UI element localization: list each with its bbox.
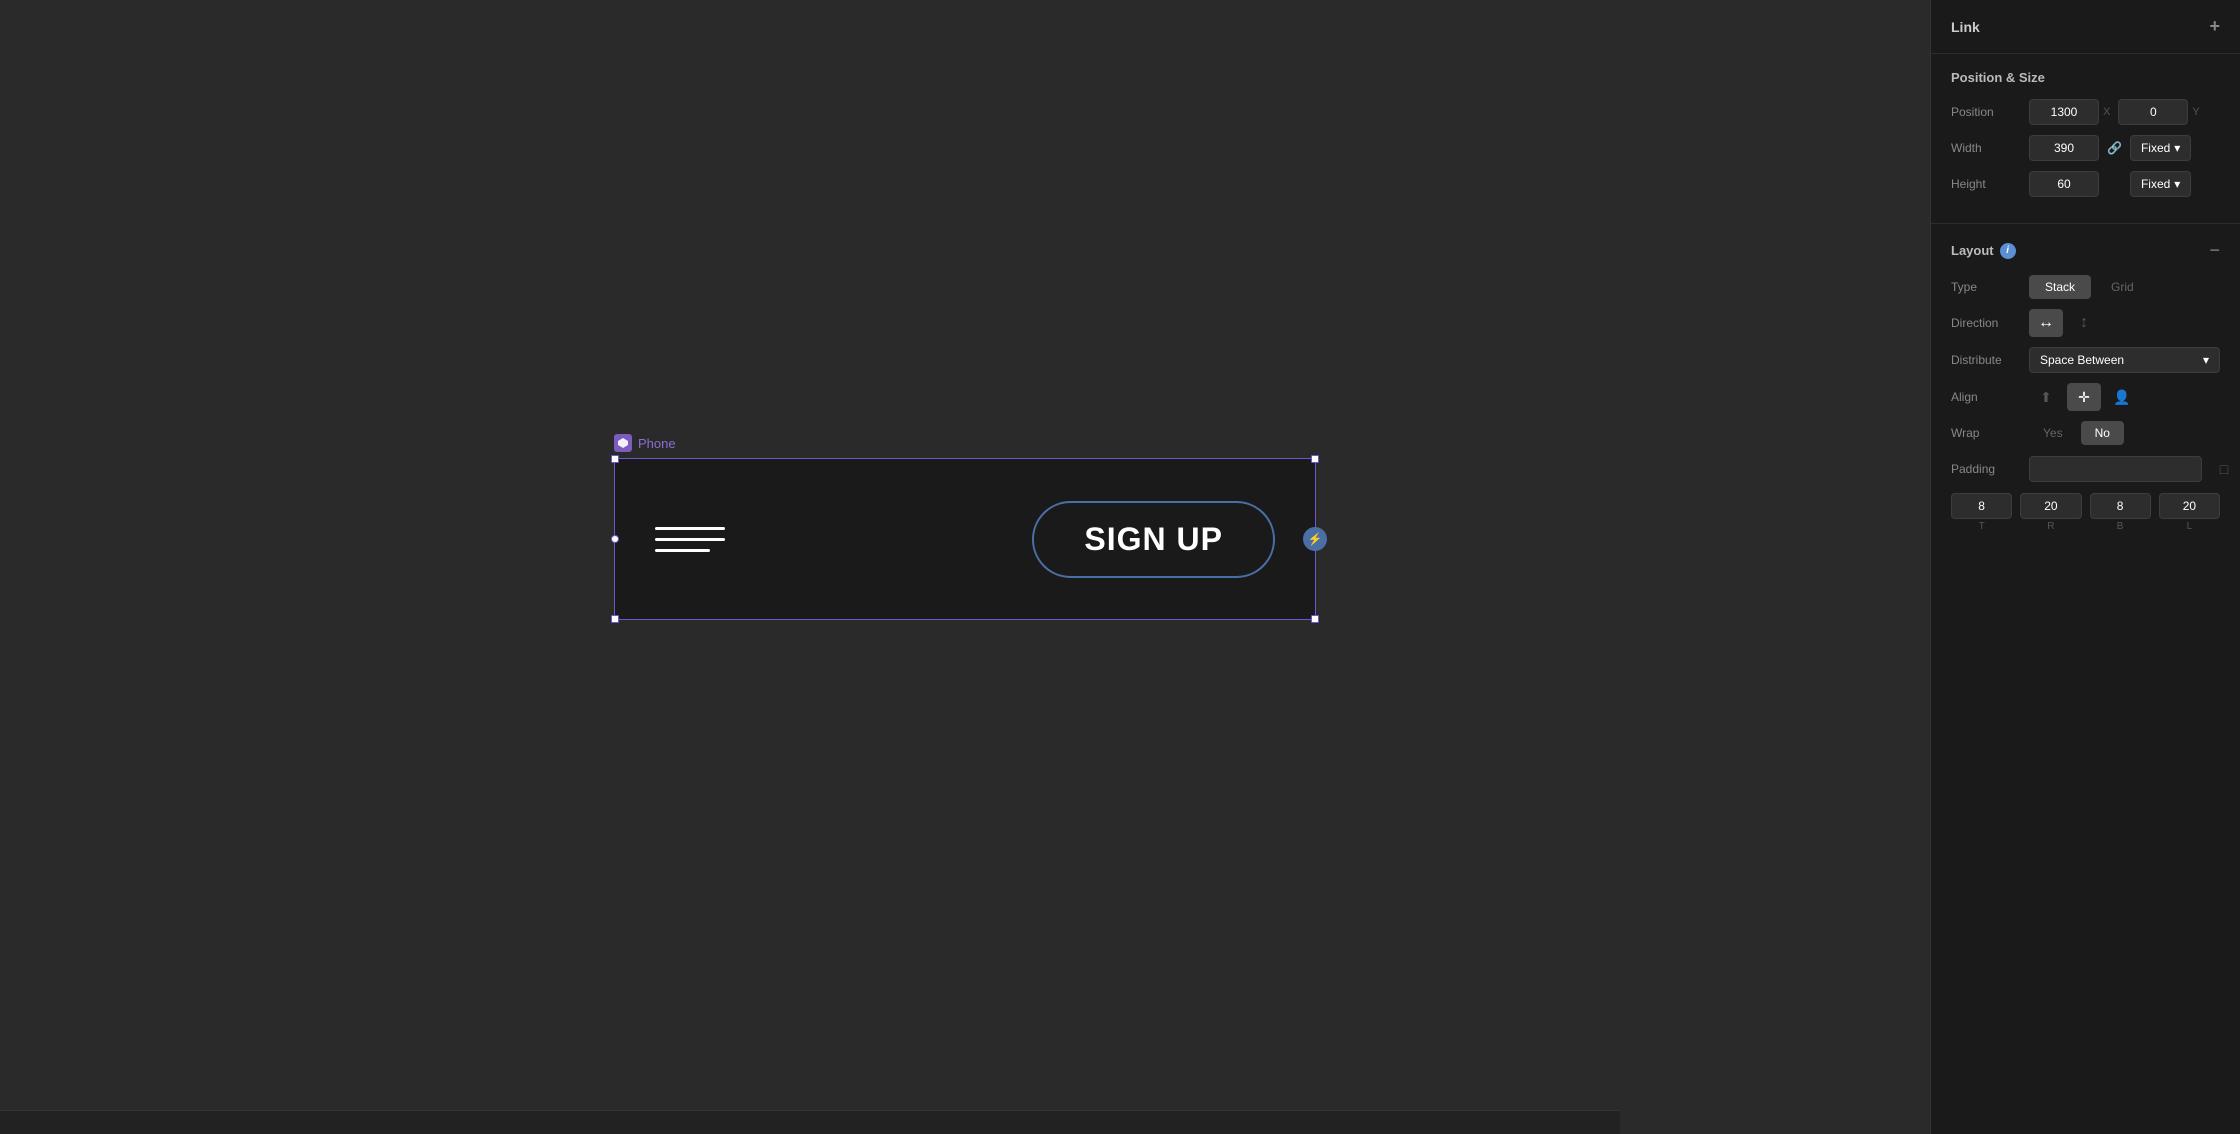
- align-row: Align ⬆ ✛ 👤: [1951, 383, 2220, 411]
- canvas-content: Phone ⚡ SIGN UP: [614, 434, 1316, 620]
- position-label: Position: [1951, 105, 2021, 119]
- padding-right-input[interactable]: [2020, 493, 2081, 519]
- position-x-suffix: X: [2103, 106, 2110, 118]
- lock-icon: 🔗: [2107, 141, 2122, 155]
- padding-bottom-input[interactable]: [2090, 493, 2151, 519]
- wrap-toggle: Yes No: [2029, 421, 2124, 445]
- wrap-yes-button[interactable]: Yes: [2029, 421, 2077, 445]
- frame-inner: SIGN UP: [615, 459, 1315, 619]
- frame-name: Phone: [638, 436, 676, 451]
- height-constraint-dropdown[interactable]: Fixed ▾: [2130, 171, 2191, 197]
- width-label: Width: [1951, 141, 2021, 155]
- grid-button[interactable]: Grid: [2095, 275, 2150, 299]
- frame-label: Phone: [614, 434, 1316, 452]
- height-chevron-icon: ▾: [2174, 177, 2180, 191]
- padding-values: T R B L: [1951, 493, 2220, 532]
- align-center-button[interactable]: ✛: [2067, 383, 2101, 411]
- handle-tr[interactable]: [1311, 455, 1319, 463]
- stack-button[interactable]: Stack: [2029, 275, 2091, 299]
- right-panel: Link + Position & Size Position X Y Widt…: [1930, 0, 2240, 1134]
- position-y-input[interactable]: [2118, 99, 2188, 125]
- align-top-button[interactable]: ⬆: [2029, 383, 2063, 411]
- link-add-button[interactable]: +: [2209, 16, 2220, 37]
- layout-info-icon[interactable]: i: [2000, 243, 2016, 259]
- handle-br[interactable]: [1311, 615, 1319, 623]
- height-label: Height: [1951, 177, 2021, 191]
- link-label: Link: [1951, 19, 1980, 35]
- position-x-group: X: [2029, 99, 2110, 125]
- width-constraint-value: Fixed: [2141, 141, 2170, 155]
- hamburger-menu-icon: [655, 527, 725, 552]
- position-size-section: Position & Size Position X Y Width 🔗 Fix…: [1931, 54, 2240, 224]
- width-input[interactable]: [2029, 135, 2099, 161]
- handle-left[interactable]: [611, 535, 619, 543]
- padding-top-input[interactable]: [1951, 493, 2012, 519]
- padding-input[interactable]: [2029, 456, 2202, 482]
- distribute-value: Space Between: [2040, 353, 2124, 367]
- height-input[interactable]: [2029, 171, 2099, 197]
- hamburger-line-2: [655, 538, 725, 541]
- bottom-bar: [0, 1110, 1620, 1134]
- frame-icon: [614, 434, 632, 452]
- padding-left-group: L: [2159, 493, 2220, 532]
- padding-row: Padding □ ⊞: [1951, 455, 2220, 483]
- padding-left-label: L: [2187, 521, 2193, 532]
- width-chevron-icon: ▾: [2174, 141, 2180, 155]
- handle-tl[interactable]: [611, 455, 619, 463]
- wrap-no-button[interactable]: No: [2081, 421, 2124, 445]
- direction-row: Direction ↔ ↕: [1951, 309, 2220, 337]
- type-row: Type Stack Grid: [1951, 275, 2220, 299]
- signup-text: SIGN UP: [1084, 521, 1223, 557]
- padding-all-sides-button[interactable]: □: [2210, 455, 2238, 483]
- padding-bottom-group: B: [2090, 493, 2151, 532]
- direction-vertical-button[interactable]: ↕: [2067, 309, 2101, 337]
- direction-label: Direction: [1951, 316, 2021, 330]
- position-row: Position X Y: [1951, 99, 2220, 125]
- padding-left-input[interactable]: [2159, 493, 2220, 519]
- hamburger-line-1: [655, 527, 725, 530]
- layout-section: Layout i − Type Stack Grid Direction ↔ ↕…: [1931, 224, 2240, 548]
- type-toggle: Stack Grid: [2029, 275, 2150, 299]
- position-y-group: Y: [2118, 99, 2199, 125]
- direction-buttons: ↔ ↕: [2029, 309, 2101, 337]
- frame-wrapper: ⚡ SIGN UP: [614, 458, 1316, 620]
- distribute-chevron-icon: ▾: [2203, 353, 2209, 367]
- layout-header: Layout i −: [1951, 240, 2220, 261]
- position-x-input[interactable]: [2029, 99, 2099, 125]
- link-header: Link +: [1951, 16, 2220, 37]
- type-label: Type: [1951, 280, 2021, 294]
- link-section: Link +: [1931, 0, 2240, 54]
- canvas: Phone ⚡ SIGN UP: [0, 0, 1930, 1134]
- layout-remove-button[interactable]: −: [2209, 240, 2220, 261]
- padding-right-group: R: [2020, 493, 2081, 532]
- width-constraint-dropdown[interactable]: Fixed ▾: [2130, 135, 2191, 161]
- direction-horizontal-button[interactable]: ↔: [2029, 309, 2063, 337]
- height-constraint-value: Fixed: [2141, 177, 2170, 191]
- align-label: Align: [1951, 390, 2021, 404]
- height-row: Height 🔗 Fixed ▾: [1951, 171, 2220, 197]
- handle-bl[interactable]: [611, 615, 619, 623]
- align-buttons: ⬆ ✛ 👤: [2029, 383, 2139, 411]
- layout-title-row: Layout i: [1951, 243, 2016, 259]
- wrap-row: Wrap Yes No: [1951, 421, 2220, 445]
- align-bottom-button[interactable]: 👤: [2105, 383, 2139, 411]
- handle-right-bolt[interactable]: ⚡: [1303, 527, 1327, 551]
- padding-right-label: R: [2047, 521, 2054, 532]
- padding-label: Padding: [1951, 462, 2021, 476]
- padding-bottom-label: B: [2117, 521, 2124, 532]
- distribute-row: Distribute Space Between ▾: [1951, 347, 2220, 373]
- width-row: Width 🔗 Fixed ▾: [1951, 135, 2220, 161]
- padding-top-label: T: [1979, 521, 1985, 532]
- padding-icon-buttons: □ ⊞: [2210, 455, 2240, 483]
- hamburger-line-3: [655, 549, 710, 552]
- wrap-label: Wrap: [1951, 426, 2021, 440]
- layout-title: Layout: [1951, 243, 1994, 258]
- signup-button[interactable]: SIGN UP: [1032, 501, 1275, 578]
- position-y-suffix: Y: [2192, 106, 2199, 118]
- distribute-dropdown[interactable]: Space Between ▾: [2029, 347, 2220, 373]
- padding-top-group: T: [1951, 493, 2012, 532]
- distribute-label: Distribute: [1951, 353, 2021, 367]
- position-size-title: Position & Size: [1951, 70, 2220, 85]
